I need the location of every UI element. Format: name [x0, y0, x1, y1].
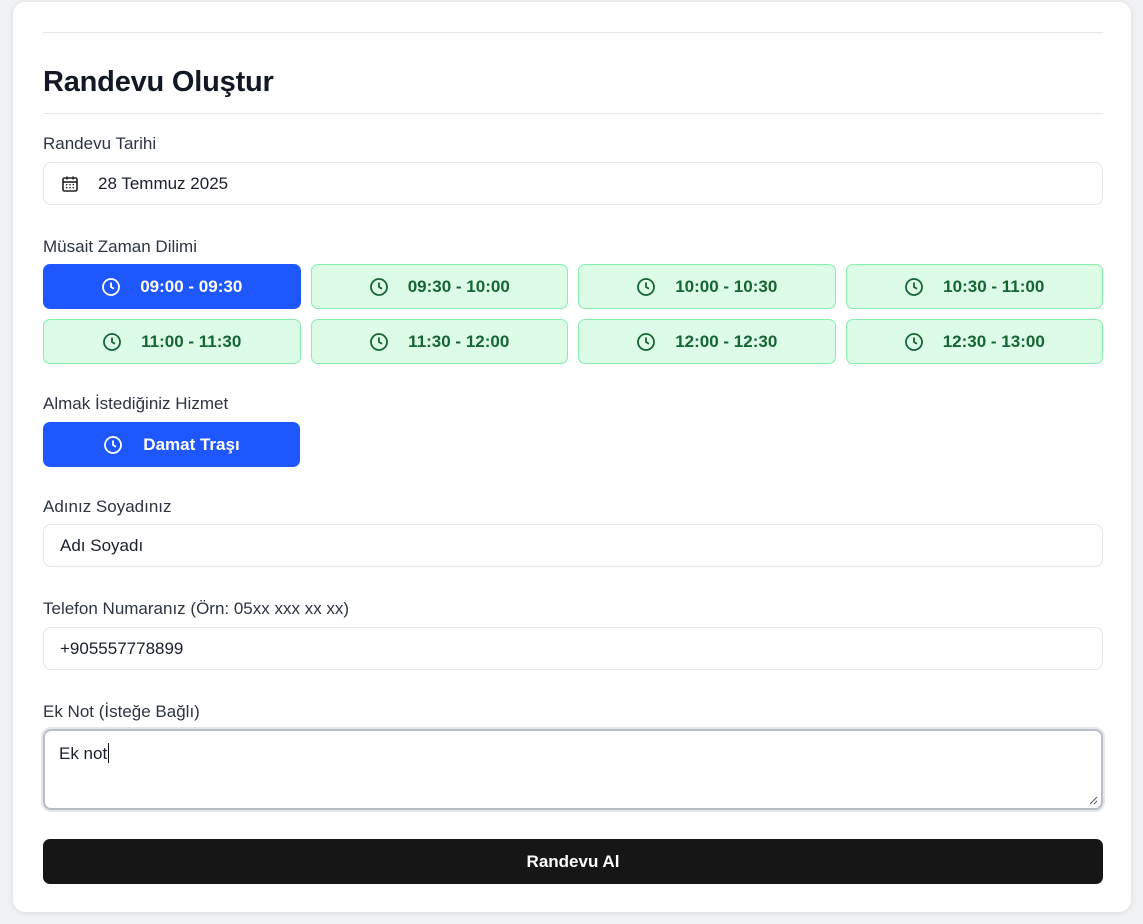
time-slot-label: 11:30 - 12:00 — [408, 331, 510, 351]
clock-icon — [636, 277, 656, 297]
form-container: Randevu Oluştur Randevu Tarihi 28 Temmuz… — [43, 2, 1103, 912]
title-divider — [43, 113, 1103, 114]
name-input[interactable]: Adı Soyadı — [43, 524, 1103, 567]
time-slot-label: 12:00 - 12:30 — [675, 331, 778, 351]
time-slot-button[interactable]: 12:00 - 12:30 — [578, 319, 836, 364]
phone-input-value: +905557778899 — [60, 638, 184, 658]
clock-icon — [904, 277, 924, 297]
note-textarea[interactable]: Ek not — [43, 729, 1103, 810]
time-slot-label: 09:30 - 10:00 — [407, 276, 510, 296]
name-label: Adınız Soyadınız — [43, 497, 172, 516]
name-input-value: Adı Soyadı — [60, 535, 144, 555]
resize-handle-icon[interactable] — [1089, 796, 1098, 805]
time-slot-button[interactable]: 12:30 - 13:00 — [845, 319, 1103, 364]
clock-icon — [101, 277, 121, 297]
clock-icon — [904, 332, 924, 352]
time-slot-button[interactable]: 10:00 - 10:30 — [578, 264, 836, 309]
time-slot-button[interactable]: 10:30 - 11:00 — [845, 264, 1103, 309]
clock-icon — [102, 332, 122, 352]
time-slot-grid: 09:00 - 09:30 09:30 - 10:00 10:00 - 10:3… — [43, 264, 1103, 364]
time-slot-label: 11:00 - 11:30 — [141, 331, 242, 351]
time-slot-button[interactable]: 11:30 - 12:00 — [310, 319, 568, 364]
submit-button[interactable]: Randevu Al — [43, 839, 1103, 884]
service-button[interactable]: Damat Traşı — [43, 422, 300, 467]
time-slots-label: Müsait Zaman Dilimi — [43, 237, 197, 256]
calendar-icon — [60, 174, 80, 194]
top-divider — [43, 32, 1103, 33]
date-picker[interactable]: 28 Temmuz 2025 — [43, 162, 1103, 205]
time-slot-label: 10:00 - 10:30 — [675, 276, 778, 296]
date-label: Randevu Tarihi — [43, 134, 157, 153]
note-label: Ek Not (İsteğe Bağlı) — [43, 702, 200, 721]
time-slot-button[interactable]: 09:30 - 10:00 — [310, 264, 568, 309]
note-textarea-value: Ek not — [59, 744, 108, 763]
time-slot-label: 09:00 - 09:30 — [140, 276, 243, 296]
appointment-card: Randevu Oluştur Randevu Tarihi 28 Temmuz… — [13, 2, 1131, 912]
service-label: Almak İstediğiniz Hizmet — [43, 394, 229, 413]
service-button-label: Damat Traşı — [143, 434, 240, 454]
phone-label: Telefon Numaranız (Örn: 05xx xxx xx xx) — [43, 599, 350, 618]
phone-input[interactable]: +905557778899 — [43, 627, 1103, 670]
time-slot-label: 10:30 - 11:00 — [943, 276, 1045, 296]
clock-icon — [103, 435, 123, 455]
clock-icon — [369, 277, 389, 297]
time-slot-button[interactable]: 09:00 - 09:30 — [43, 264, 301, 309]
clock-icon — [636, 332, 656, 352]
page-title: Randevu Oluştur — [43, 66, 274, 98]
time-slot-button[interactable]: 11:00 - 11:30 — [43, 319, 301, 364]
time-slot-label: 12:30 - 13:00 — [942, 331, 1045, 351]
date-value: 28 Temmuz 2025 — [98, 173, 229, 193]
clock-icon — [369, 332, 389, 352]
text-caret — [108, 743, 110, 763]
